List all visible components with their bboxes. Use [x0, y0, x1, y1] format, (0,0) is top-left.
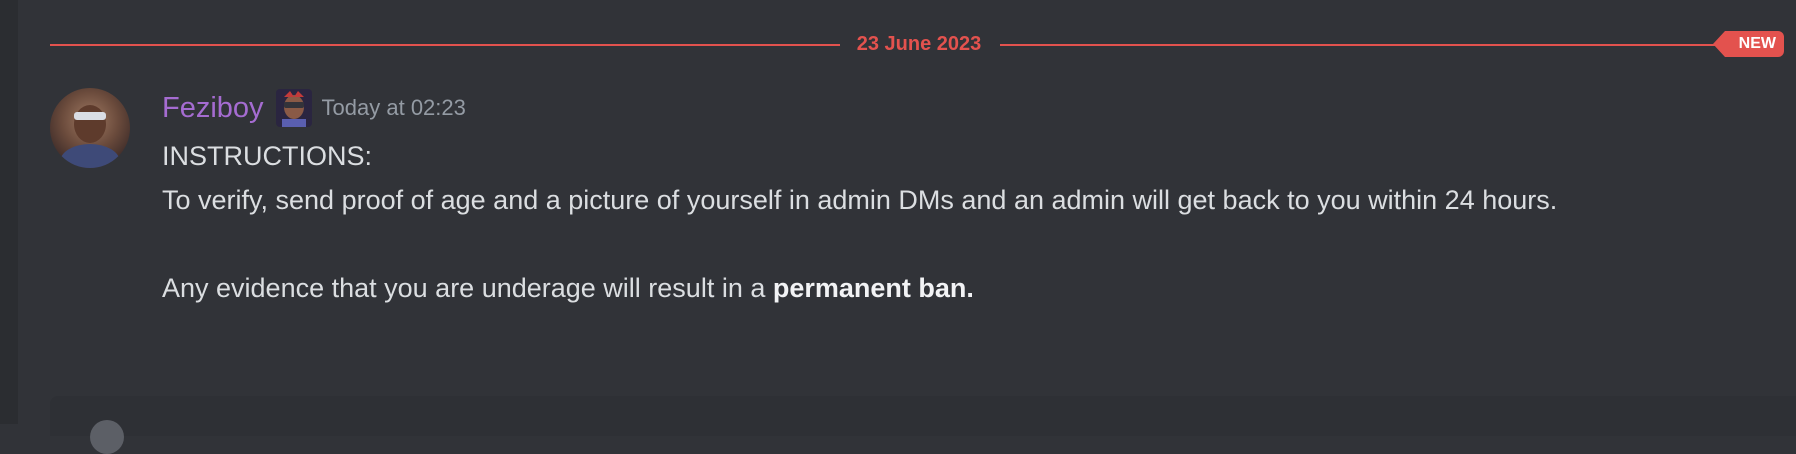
divider-line-left — [50, 44, 840, 46]
next-message-avatar[interactable] — [90, 420, 124, 454]
new-messages-divider: 23 June 2023 NEW — [50, 31, 1784, 57]
avatar-image — [60, 105, 120, 168]
divider-date: 23 June 2023 — [856, 33, 982, 55]
message-content: INSTRUCTIONS: To verify, send proof of a… — [162, 134, 1662, 310]
divider-line-right — [1000, 44, 1729, 46]
next-message-preview — [50, 396, 1796, 454]
username[interactable]: Feziboy — [162, 92, 264, 125]
new-badge: NEW — [1712, 31, 1784, 57]
message-line-instructions: INSTRUCTIONS: — [162, 141, 373, 171]
message-line-warning: Any evidence that you are underage will … — [162, 266, 1662, 310]
message-header: Feziboy Today at 02:23 — [162, 89, 466, 127]
warning-bold-text: permanent ban. — [772, 273, 974, 303]
server-list-edge — [0, 0, 18, 424]
role-icon[interactable] — [275, 89, 312, 127]
warning-text: Any evidence that you are underage will … — [162, 273, 773, 303]
avatar[interactable] — [50, 88, 130, 168]
message-line-verify: To verify, send proof of age and a pictu… — [162, 185, 1558, 215]
timestamp: Today at 02:23 — [321, 95, 466, 120]
